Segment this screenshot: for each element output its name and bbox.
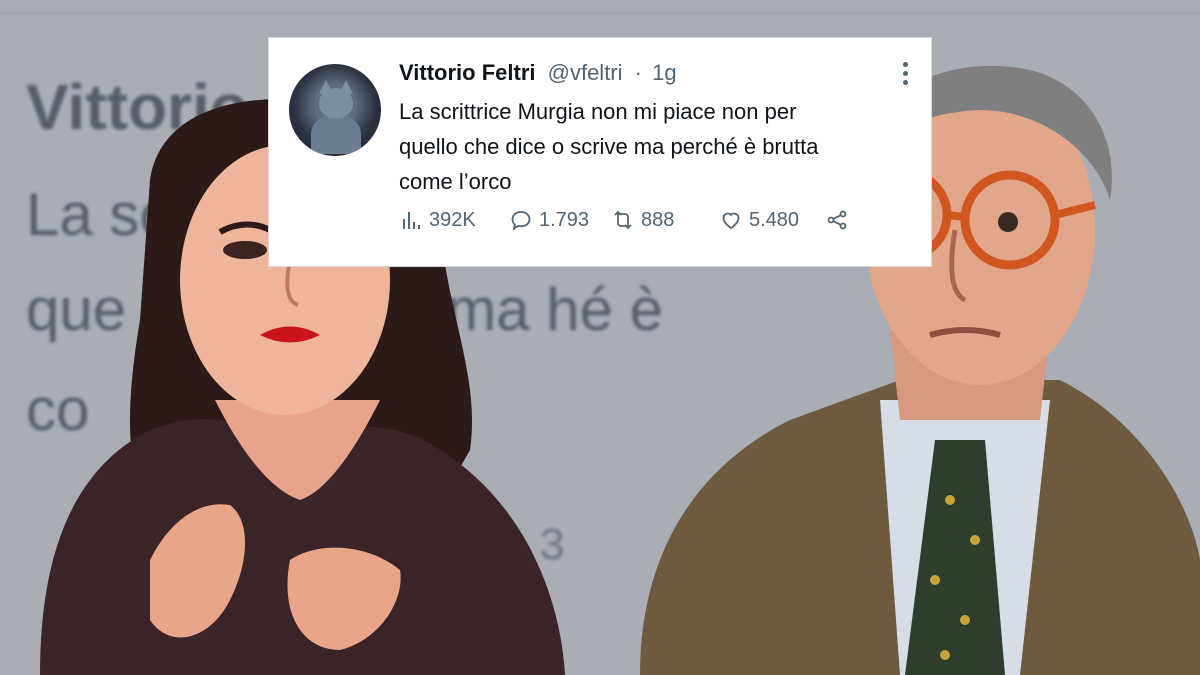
share-button[interactable] [825, 208, 849, 232]
analytics-icon [403, 212, 420, 229]
share-icon [827, 210, 847, 230]
tweet-text: La scrittrice Murgia non mi piace non pe… [399, 94, 919, 199]
heart-icon [722, 212, 740, 230]
views-button[interactable]: 392K [399, 208, 476, 232]
retweet-icon [614, 210, 632, 230]
reply-count: 1.793 [539, 208, 590, 231]
like-button[interactable]: 5.480 [719, 208, 799, 232]
tweet-timestamp[interactable]: 1g [652, 60, 676, 85]
views-count: 392K [429, 208, 476, 231]
retweet-button[interactable]: 888 [611, 208, 674, 232]
tweet-header: Vittorio Feltri @vfeltri · 1g [399, 60, 677, 86]
reply-icon [511, 211, 531, 231]
tweet-text-line: come l’orco [399, 169, 512, 194]
tweet-text-line: quello che dice o scrive ma perché è bru… [399, 134, 819, 159]
reply-button[interactable]: 1.793 [509, 208, 589, 232]
tweet-card[interactable]: Vittorio Feltri @vfeltri · 1g La scrittr… [268, 37, 932, 267]
retweet-count: 888 [641, 208, 675, 231]
more-options-icon[interactable] [903, 62, 909, 88]
cat-avatar[interactable] [289, 64, 381, 156]
like-count: 5.480 [749, 208, 800, 231]
display-name[interactable]: Vittorio Feltri [399, 60, 536, 85]
separator-dot: · [634, 60, 642, 85]
tweet-actions-bar: 392K 1.793 888 5.480 [399, 208, 919, 238]
user-handle[interactable]: @vfeltri [548, 60, 623, 85]
tweet-text-line: La scrittrice Murgia non mi piace non pe… [399, 99, 797, 124]
